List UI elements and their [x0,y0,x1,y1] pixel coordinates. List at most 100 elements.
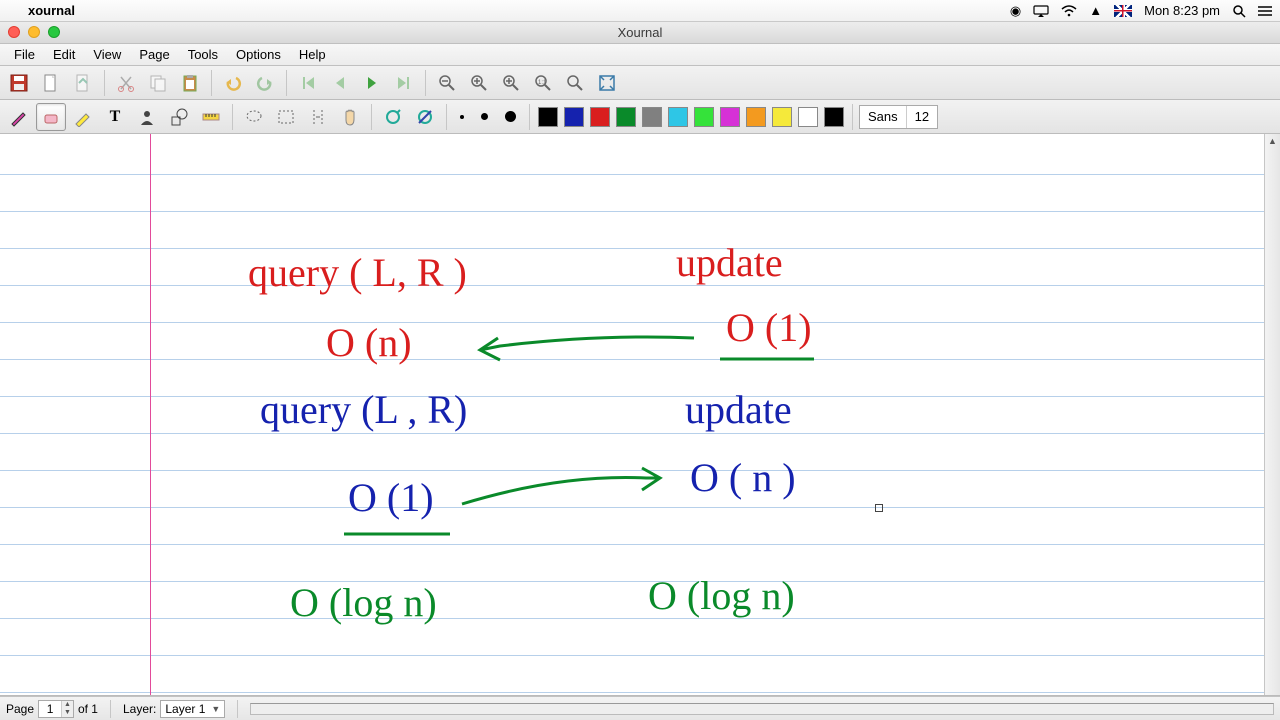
note-update-red: update [676,239,783,286]
note-ologn-left: O (log n) [290,579,437,626]
image-tool-button[interactable] [132,103,162,131]
margin-line [150,134,151,695]
first-page-button[interactable] [293,69,323,97]
lasso-select-button[interactable] [239,103,269,131]
menu-list-icon[interactable] [1258,5,1272,17]
close-window-button[interactable] [8,26,20,38]
spotlight-icon[interactable] [1232,4,1246,18]
zoom-in-button[interactable] [496,69,526,97]
paste-button[interactable] [175,69,205,97]
page-canvas[interactable]: query ( L, R ) update O (n) O (1) query … [0,134,1264,695]
page-number-value[interactable] [39,702,61,716]
page-of-label: of 1 [78,702,98,716]
minimize-window-button[interactable] [28,26,40,38]
zoom-fit-page-button[interactable] [560,69,590,97]
window-titlebar: Xournal [0,22,1280,44]
wifi-icon[interactable] [1061,5,1077,17]
color-swatch-3[interactable] [614,103,638,131]
color-swatch-4[interactable] [640,103,664,131]
eject-icon[interactable]: ▲ [1089,3,1102,18]
page-label: Page [6,702,34,716]
menu-tools[interactable]: Tools [180,45,226,64]
app-menubar: File Edit View Page Tools Options Help [0,44,1280,66]
redo-button[interactable] [250,69,280,97]
chevron-down-icon: ▼ [211,704,220,714]
color-swatch-7[interactable] [718,103,742,131]
font-size[interactable]: 12 [907,106,937,128]
mac-menubar: xournal ◉ ▲ Mon 8:23 pm [0,0,1280,22]
hand-tool-button[interactable] [335,103,365,131]
mac-app-name[interactable]: xournal [28,3,75,18]
color-swatch-0[interactable] [536,103,560,131]
scroll-up-icon[interactable]: ▲ [1266,134,1280,148]
shapes-tool-button[interactable] [164,103,194,131]
copy-button[interactable] [143,69,173,97]
cut-button[interactable] [111,69,141,97]
svg-text:1:1: 1:1 [538,80,547,86]
note-query-blue: query (L , R) [260,386,467,433]
layer-field: Layer: Layer 1 ▼ [123,700,225,718]
status-track [250,703,1274,715]
ruler-tool-button[interactable] [196,103,226,131]
next-page-button[interactable] [357,69,387,97]
eraser-tool-button[interactable] [36,103,66,131]
page-spin-down[interactable]: ▼ [61,709,73,717]
window-controls [8,26,60,38]
thickness-fine-button[interactable] [453,103,471,131]
mac-clock[interactable]: Mon 8:23 pm [1144,3,1220,18]
menu-view[interactable]: View [85,45,129,64]
color-swatch-2[interactable] [588,103,612,131]
rect-select-button[interactable] [271,103,301,131]
color-swatch-9[interactable] [770,103,794,131]
new-button[interactable] [36,69,66,97]
layer-combo[interactable]: Layer 1 ▼ [160,700,225,718]
color-swatch-8[interactable] [744,103,768,131]
zoom-reset-button[interactable] [464,69,494,97]
statusbar: Page ▲▼ of 1 Layer: Layer 1 ▼ [0,696,1280,720]
window-title: Xournal [618,25,663,40]
canvas-area[interactable]: query ( L, R ) update O (n) O (1) query … [0,134,1280,696]
color-swatch-1[interactable] [562,103,586,131]
airplay-icon[interactable] [1033,5,1049,17]
save-button[interactable] [4,69,34,97]
open-button[interactable] [68,69,98,97]
color-swatch-5[interactable] [666,103,690,131]
note-update-blue: update [685,386,792,433]
zoom-window-button[interactable] [48,26,60,38]
color-swatch-10[interactable] [796,103,820,131]
color-swatches [536,103,846,131]
page-spin-up[interactable]: ▲ [61,701,73,709]
record-icon[interactable]: ◉ [1010,3,1021,19]
menu-file[interactable]: File [6,45,43,64]
page-number-input[interactable]: ▲▼ [38,700,74,718]
undo-button[interactable] [218,69,248,97]
thickness-medium-button[interactable] [473,103,495,131]
snap-button[interactable] [410,103,440,131]
font-selector[interactable]: Sans 12 [859,105,938,129]
fullscreen-button[interactable] [592,69,622,97]
font-family[interactable]: Sans [860,106,907,128]
note-o1-red: O (1) [726,304,812,351]
highlighter-tool-button[interactable] [68,103,98,131]
note-ologn-right: O (log n) [648,572,795,619]
menu-edit[interactable]: Edit [45,45,83,64]
zoom-out-button[interactable] [432,69,462,97]
menu-options[interactable]: Options [228,45,289,64]
note-o1-blue: O (1) [348,474,434,521]
text-tool-button[interactable]: T [100,103,130,131]
pen-tool-button[interactable] [4,103,34,131]
color-swatch-6[interactable] [692,103,716,131]
input-flag-icon[interactable] [1114,5,1132,17]
zoom-fit-width-button[interactable]: 1:1 [528,69,558,97]
layer-value: Layer 1 [165,702,205,716]
prev-page-button[interactable] [325,69,355,97]
last-page-button[interactable] [389,69,419,97]
vertical-space-button[interactable] [303,103,333,131]
menu-page[interactable]: Page [131,45,177,64]
color-swatch-11[interactable] [822,103,846,131]
shape-recognizer-button[interactable] [378,103,408,131]
thickness-thick-button[interactable] [497,103,523,131]
menu-help[interactable]: Help [291,45,334,64]
main-toolbar: 1:1 [0,66,1280,100]
vertical-scrollbar[interactable]: ▲ [1264,134,1280,695]
